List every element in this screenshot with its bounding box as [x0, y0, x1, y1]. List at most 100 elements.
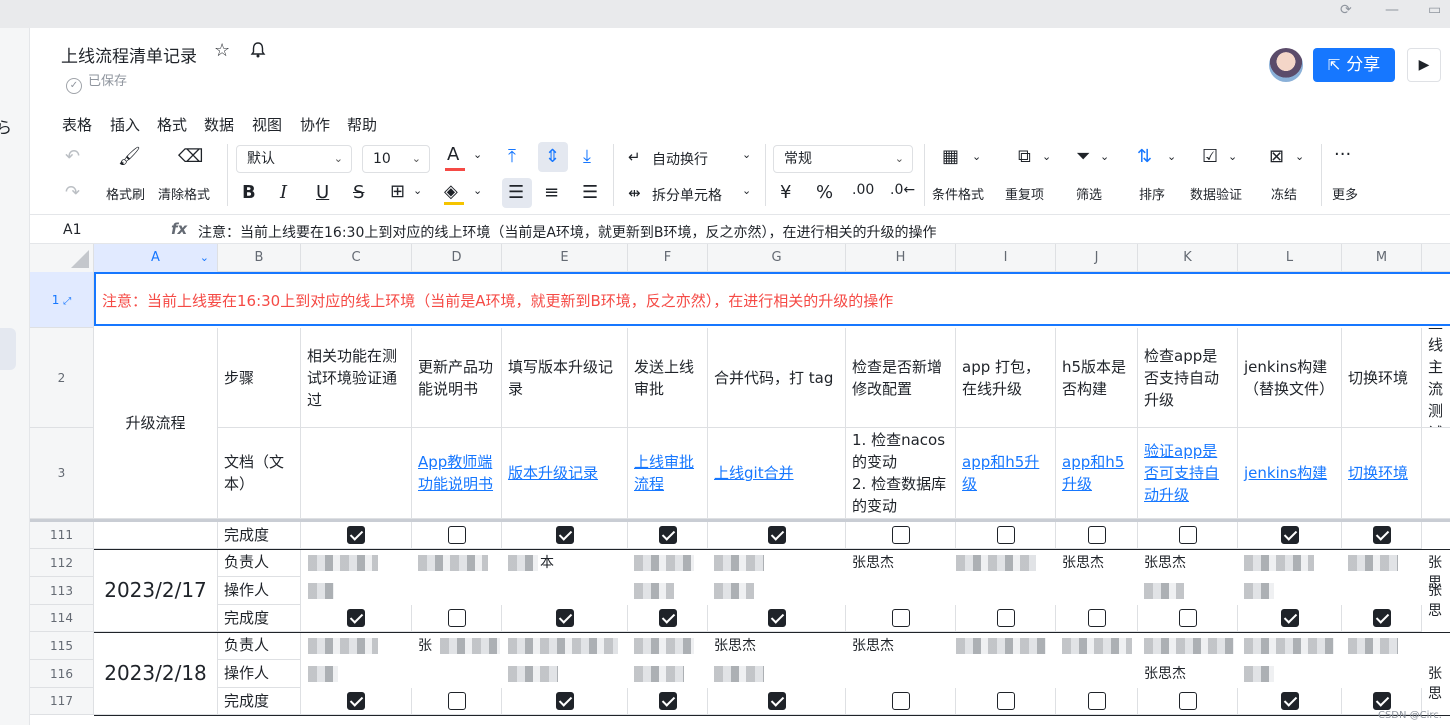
- decrease-decimal-icon[interactable]: .00: [852, 182, 874, 198]
- row-header-1[interactable]: 1 ⤢: [30, 272, 94, 328]
- completion-cell[interactable]: [1138, 688, 1238, 715]
- cell-doc-link[interactable]: jenkins构建: [1238, 428, 1342, 519]
- cell-doc[interactable]: 1. 检查nacos的变动 2. 检查数据库的变动: [846, 428, 956, 519]
- checkbox-checked[interactable]: [1372, 609, 1391, 627]
- completion-cell[interactable]: [708, 688, 846, 715]
- completion-cell[interactable]: [1238, 688, 1342, 715]
- completion-cell[interactable]: [1056, 522, 1138, 549]
- col-header-d[interactable]: D: [412, 244, 502, 272]
- completion-cell[interactable]: [956, 688, 1056, 715]
- row-header-112[interactable]: 112: [30, 549, 94, 577]
- cell-owner-label[interactable]: 负责人: [218, 549, 301, 577]
- doc-link[interactable]: 上线审批流程: [634, 451, 701, 495]
- cell-reference[interactable]: A1: [63, 222, 81, 238]
- fill-color-icon[interactable]: ◈: [444, 181, 458, 202]
- cell-step[interactable]: 切换环境: [1342, 328, 1422, 428]
- menu-data[interactable]: 数据: [204, 114, 234, 135]
- checkbox-unchecked[interactable]: [891, 526, 910, 544]
- doc-title[interactable]: 上线流程清单记录: [61, 42, 197, 67]
- completion-cell[interactable]: [1342, 522, 1422, 549]
- menu-help[interactable]: 帮助: [347, 114, 377, 135]
- refresh-icon[interactable]: ⟳: [1340, 2, 1352, 18]
- checkbox-checked[interactable]: [555, 609, 574, 627]
- cell-step[interactable]: 合并代码，打 tag: [708, 328, 846, 428]
- redo-icon[interactable]: ↷: [65, 182, 80, 203]
- completion-cell[interactable]: [1342, 605, 1422, 632]
- checkbox-checked[interactable]: [1280, 609, 1299, 627]
- underline-icon[interactable]: U: [316, 182, 329, 203]
- completion-cell[interactable]: [628, 688, 708, 715]
- checkbox-unchecked[interactable]: [1178, 692, 1197, 710]
- col-header-h[interactable]: H: [846, 244, 956, 272]
- checkbox-unchecked[interactable]: [891, 609, 910, 627]
- row-header-113[interactable]: 113: [30, 577, 94, 605]
- format-painter-button[interactable]: 🖌 格式刷: [106, 144, 150, 208]
- completion-cell[interactable]: [1138, 605, 1238, 632]
- data-validation-button[interactable]: ☑ ⌄ 数据验证: [1188, 144, 1252, 208]
- col-header-c[interactable]: C: [301, 244, 412, 272]
- checkbox-unchecked[interactable]: [447, 692, 466, 710]
- minimize-icon[interactable]: —: [1385, 2, 1399, 18]
- currency-icon[interactable]: ¥: [780, 182, 791, 203]
- completion-cell[interactable]: [1056, 605, 1138, 632]
- cell-steps-label[interactable]: 步骤: [218, 328, 301, 428]
- font-family-select[interactable]: 默认 ⌄: [236, 145, 352, 173]
- row-header-3[interactable]: 3: [30, 428, 94, 519]
- checkbox-checked[interactable]: [347, 692, 365, 710]
- col-header-l[interactable]: L: [1238, 244, 1342, 272]
- checkbox-checked[interactable]: [1372, 692, 1391, 710]
- row-header-2[interactable]: 2: [30, 328, 94, 428]
- checkbox-checked[interactable]: [658, 526, 677, 544]
- menu-table[interactable]: 表格: [62, 114, 92, 135]
- align-center-icon[interactable]: ≡: [544, 182, 559, 203]
- completion-cell[interactable]: [1138, 522, 1238, 549]
- font-color-button[interactable]: A ⌄: [445, 144, 485, 172]
- completion-cell[interactable]: [628, 522, 708, 549]
- col-header-f[interactable]: F: [628, 244, 708, 272]
- doc-link[interactable]: jenkins构建: [1244, 462, 1327, 484]
- col-header-j[interactable]: J: [1056, 244, 1138, 272]
- completion-cell[interactable]: [301, 522, 412, 549]
- col-header-a[interactable]: A ⌄: [94, 244, 218, 272]
- cell-doc-link[interactable]: app和h5升级: [956, 428, 1056, 519]
- completion-cell[interactable]: [502, 522, 628, 549]
- completion-cell[interactable]: [846, 522, 956, 549]
- chevron-down-icon[interactable]: ⌄: [200, 244, 209, 272]
- cell-operator-label[interactable]: 操作人: [218, 577, 301, 605]
- checkbox-checked[interactable]: [658, 692, 677, 710]
- split-cells-button[interactable]: ⇹ 拆分单元格 ⌄: [628, 184, 758, 206]
- notice-cell[interactable]: 注意：当前上线要在16:30上到对应的线上环境（当前是A环境，就更新到B环境，反…: [94, 272, 1450, 326]
- rail-active-item[interactable]: [0, 328, 16, 370]
- more-button[interactable]: ··· 更多: [1328, 144, 1368, 208]
- completion-cell[interactable]: [301, 605, 412, 632]
- completion-cell[interactable]: [412, 688, 502, 715]
- checkbox-unchecked[interactable]: [1087, 609, 1106, 627]
- completion-cell[interactable]: [412, 605, 502, 632]
- bell-icon[interactable]: [248, 40, 268, 60]
- cell-step[interactable]: 发送上线审批: [628, 328, 708, 428]
- checkbox-unchecked[interactable]: [1178, 609, 1197, 627]
- undo-icon[interactable]: ↶: [65, 146, 80, 167]
- checkbox-unchecked[interactable]: [1087, 526, 1106, 544]
- completion-cell[interactable]: [846, 605, 956, 632]
- cell-step[interactable]: jenkins构建（替换文件）: [1238, 328, 1342, 428]
- clear-format-button[interactable]: ⌫ 清除格式: [158, 144, 218, 208]
- bold-icon[interactable]: B: [242, 182, 256, 203]
- conditional-format-button[interactable]: ▦ ⌄ 条件格式: [928, 144, 992, 208]
- menu-insert[interactable]: 插入: [110, 114, 140, 135]
- doc-link[interactable]: App教师端功能说明书: [418, 451, 495, 495]
- formula-input[interactable]: 注意：当前上线要在16:30上到对应的线上环境（当前是A环境，就更新到B环境，反…: [198, 222, 937, 242]
- completion-cell[interactable]: [708, 522, 846, 549]
- doc-link[interactable]: 切换环境: [1348, 462, 1408, 484]
- cell-doc-link[interactable]: 切换环境: [1342, 428, 1422, 519]
- font-size-select[interactable]: 10 ⌄: [362, 145, 430, 173]
- col-header-i[interactable]: I: [956, 244, 1056, 272]
- increase-decimal-icon[interactable]: .0←: [890, 182, 915, 198]
- sort-button[interactable]: ⇅ ⌄ 排序: [1135, 144, 1181, 208]
- checkbox-checked[interactable]: [767, 526, 786, 544]
- select-all-corner[interactable]: [30, 244, 94, 272]
- checkbox-checked[interactable]: [767, 692, 786, 710]
- cell-owner-label[interactable]: 负责人: [218, 632, 301, 660]
- checkbox-checked[interactable]: [1280, 692, 1299, 710]
- chevron-down-icon[interactable]: ⌄: [413, 184, 422, 197]
